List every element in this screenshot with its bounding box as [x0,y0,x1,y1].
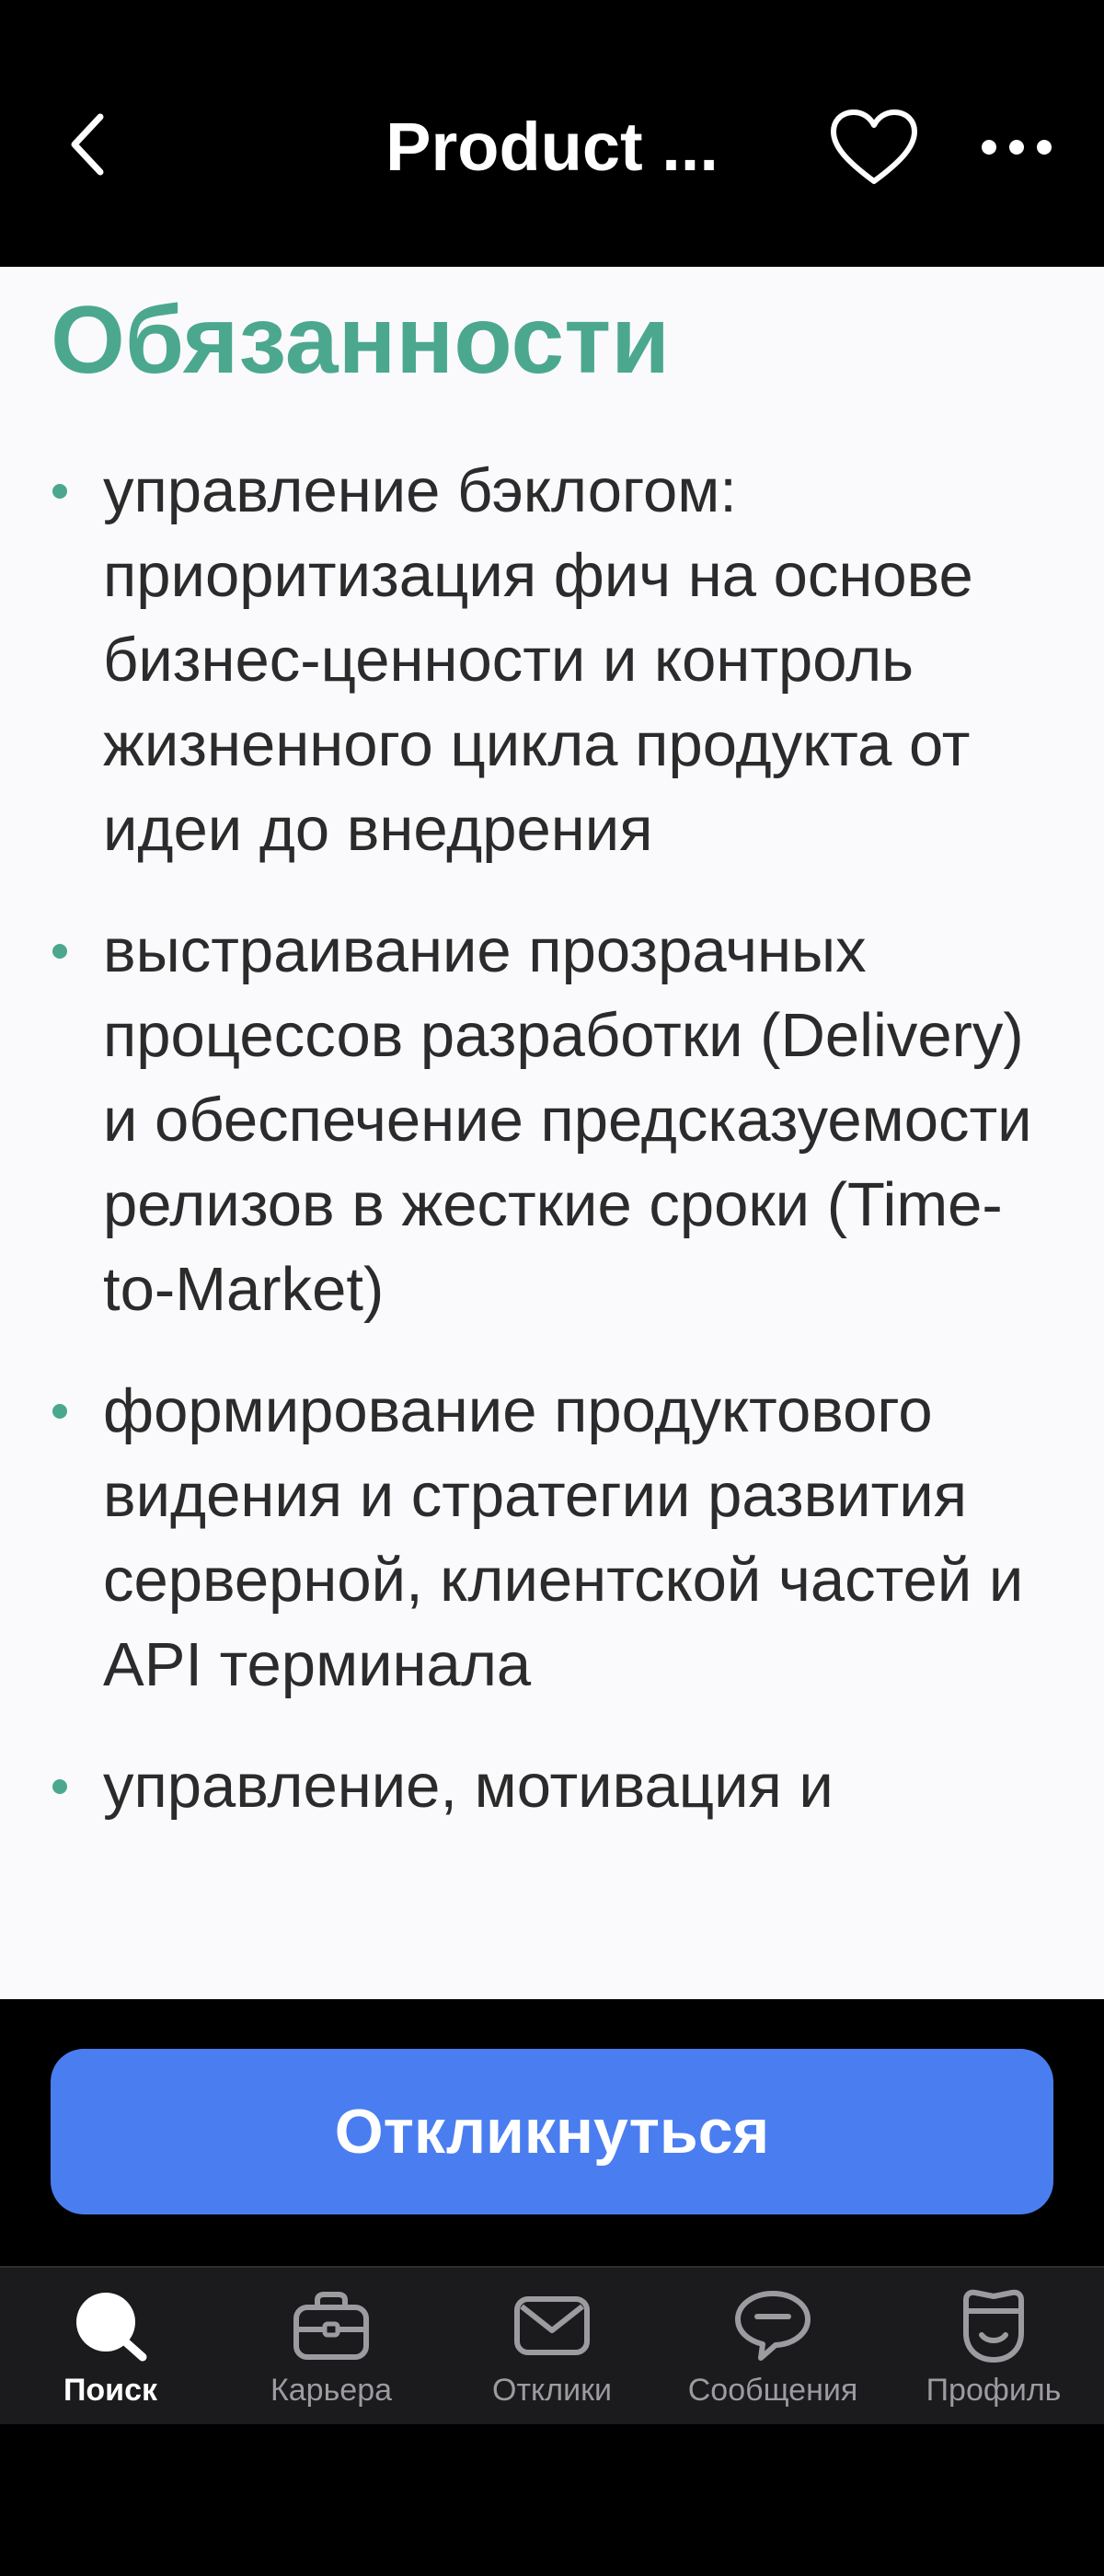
profile-face-icon [952,2286,1035,2364]
nav-item-career[interactable]: Карьера [221,2268,442,2424]
nav-item-messages[interactable]: Сообщения [662,2268,883,2424]
nav-label: Карьера [270,2373,393,2408]
bullet-dot [52,944,67,959]
heart-outline-icon [831,109,917,184]
list-item: управление бэклогом: приоритизация фич н… [0,449,1104,872]
page-title: Product ... [385,109,719,185]
list-item: формирование продуктового видения и стра… [0,1369,1104,1708]
duty-text: формирование продуктового видения и стра… [103,1376,1024,1699]
nav-label: Отклики [492,2373,612,2408]
nav-item-profile[interactable]: Профиль [883,2268,1104,2424]
list-item: управление, мотивация и [0,1744,1104,1829]
duty-text: выстраивание прозрачных процессов разраб… [103,916,1032,1324]
envelope-icon [511,2286,593,2364]
bullet-dot [52,1404,67,1419]
respond-button[interactable]: Откликнуться [51,2049,1053,2214]
system-bottom-area [0,2424,1104,2576]
vacancy-details[interactable]: Обязанности управление бэклогом: приорит… [0,267,1104,1999]
section-title: Обязанности [51,287,671,394]
nav-item-search[interactable]: Поиск [0,2268,221,2424]
bullet-dot [52,1779,67,1794]
top-app-bar: Product ... [0,0,1104,267]
bottom-navigation: Поиск Карьера Отклики Сообщения Профиль [0,2266,1104,2424]
nav-label: Поиск [63,2373,158,2408]
duty-text: управление бэклогом: приоритизация фич н… [103,456,973,864]
chat-bubble-icon [731,2286,814,2364]
duties-list: управление бэклогом: приоритизация фич н… [0,449,1104,1866]
list-item: выстраивание прозрачных процессов разраб… [0,909,1104,1332]
back-button[interactable] [46,103,129,186]
briefcase-icon [290,2286,373,2364]
more-options-button[interactable] [966,103,1067,190]
nav-label: Сообщения [687,2373,858,2408]
favorite-button[interactable] [823,103,925,190]
search-icon [69,2286,152,2364]
more-horizontal-icon [982,139,1052,155]
chevron-left-icon [71,113,104,176]
action-bar: Откликнуться [0,1999,1104,2266]
nav-label: Профиль [926,2373,1062,2408]
bullet-dot [52,484,67,499]
nav-item-responses[interactable]: Отклики [442,2268,662,2424]
vacancy-screen: Product ... Обязанности управление бэкло… [0,0,1104,2576]
duty-text: управление, мотивация и [103,1752,834,1821]
